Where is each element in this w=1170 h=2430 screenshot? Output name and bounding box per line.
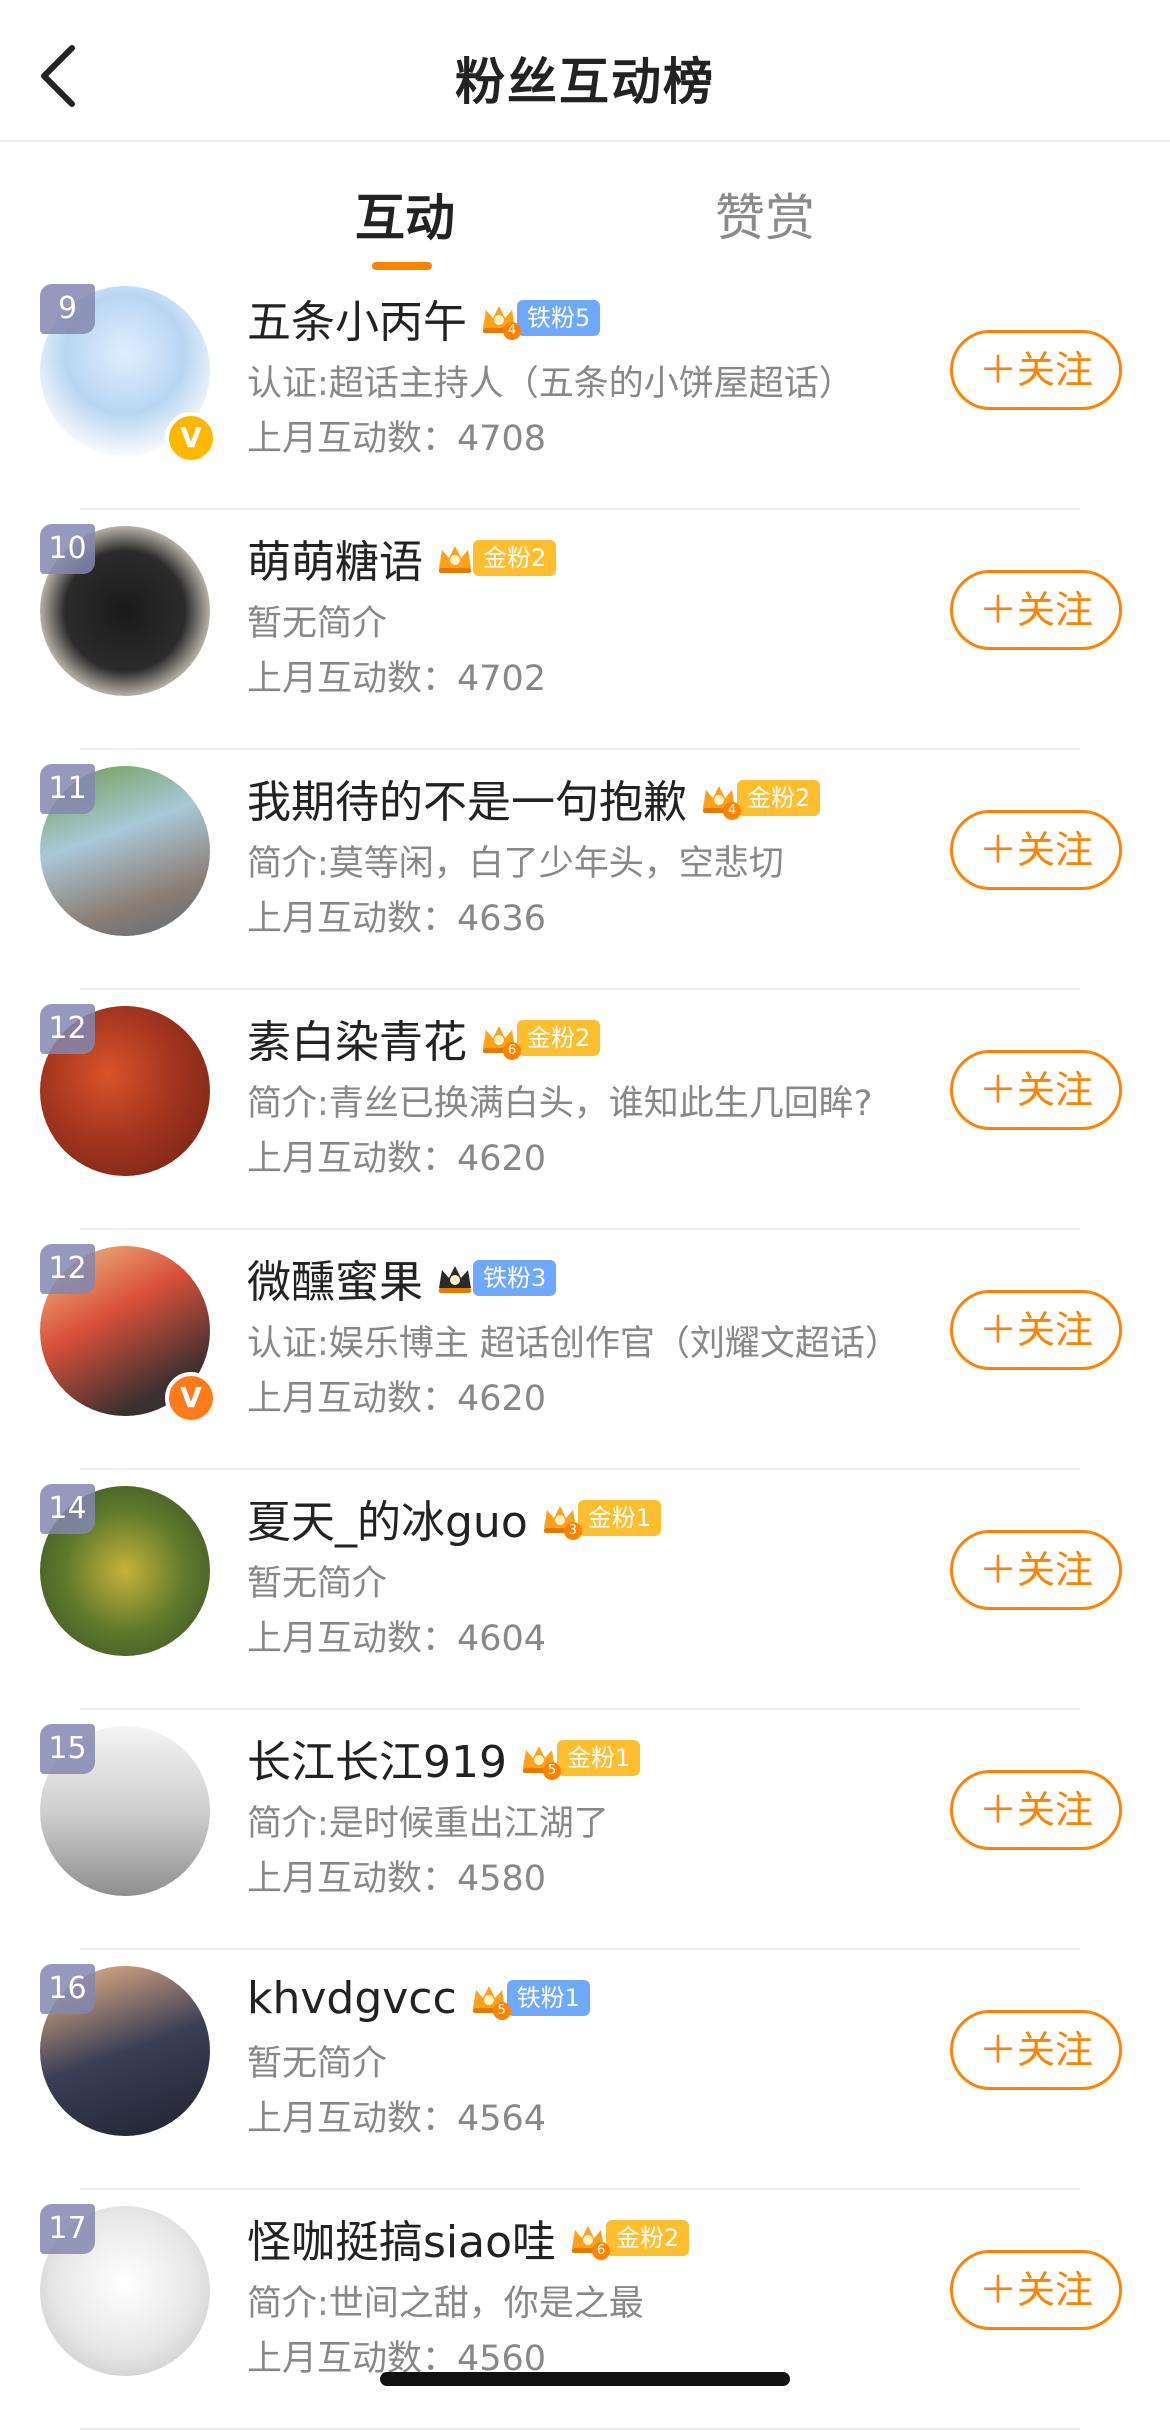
list-item[interactable]: 11 我期待的不是一句抱歉 4 金粉2 简介:莫等闲，白了少年头，空悲切 上月互动数：46… xyxy=(0,750,1170,990)
home-indicator xyxy=(380,2372,790,2386)
rank-badge: 16 xyxy=(40,1964,95,2014)
user-bio: 简介:世间之甜，你是之最 xyxy=(247,2284,644,2324)
interaction-count: 上月互动数：4702 xyxy=(247,659,547,699)
active-tab-indicator xyxy=(372,262,432,270)
fan-level-badge: 铁粉3 xyxy=(473,1260,557,1296)
crown-icon: 6 xyxy=(479,1018,521,1060)
interaction-count: 上月互动数：4620 xyxy=(247,1139,547,1179)
rank-badge: 15 xyxy=(40,1724,95,1774)
crown-level: 5 xyxy=(492,2002,511,2020)
name-line: 夏天_的冰guo 3 金粉1 xyxy=(247,1486,662,1550)
rank-badge: 17 xyxy=(40,2204,95,2254)
name-line: 萌萌糖语 金粉2 xyxy=(247,526,557,590)
name-line: 怪咖挺搞siao哇 6 金粉2 xyxy=(247,2206,690,2270)
list-item[interactable]: 9 V 五条小丙午 4 铁粉5 认证:超话主持人（五条的小饼屋超话） 上月互动数：4708 ＋… xyxy=(0,270,1170,510)
user-name[interactable]: 萌萌糖语 xyxy=(247,526,423,590)
crown-icon xyxy=(435,538,475,578)
rank-badge: 12 xyxy=(40,1004,95,1054)
user-name[interactable]: 微醺蜜果 xyxy=(247,1246,423,1310)
user-name[interactable]: khvdgvcc xyxy=(247,1973,457,2024)
rank-badge: 9 xyxy=(40,284,95,334)
interaction-count: 上月互动数：4708 xyxy=(247,419,547,459)
crown-icon: 4 xyxy=(479,298,521,340)
fan-level-badge: 铁粉5 xyxy=(517,300,601,336)
crown-icon: 4 xyxy=(699,778,741,820)
crown-icon: 6 xyxy=(568,2218,611,2260)
tab-reward[interactable]: 赞赏 xyxy=(715,178,815,250)
list-item[interactable]: 12 V 微醺蜜果 铁粉3 认证:娱乐博主 超话创作官（刘耀文超话） 上月互动数：4620… xyxy=(0,1230,1170,1470)
verified-icon: V xyxy=(165,1372,217,1424)
name-line: 素白染青花 6 金粉2 xyxy=(247,1006,601,1070)
name-line: 微醺蜜果 铁粉3 xyxy=(247,1246,557,1310)
name-line: khvdgvcc 5 铁粉1 xyxy=(247,1968,590,2028)
user-bio: 暂无简介 xyxy=(247,604,388,644)
fan-level-badge: 金粉2 xyxy=(517,1020,601,1056)
list-item[interactable]: 17 怪咖挺搞siao哇 6 金粉2 简介:世间之甜，你是之最 上月互动数：4560 ＋关注 xyxy=(0,2190,1170,2430)
user-name[interactable]: 素白染青花 xyxy=(247,1006,467,1070)
follow-button[interactable]: ＋关注 xyxy=(950,810,1122,890)
interaction-count: 上月互动数：4580 xyxy=(247,1859,547,1899)
follow-button[interactable]: ＋关注 xyxy=(950,1530,1122,1610)
user-bio: 认证:娱乐博主 超话创作官（刘耀文超话） xyxy=(247,1324,900,1364)
user-bio: 简介:莫等闲，白了少年头，空悲切 xyxy=(247,844,784,884)
user-name[interactable]: 怪咖挺搞siao哇 xyxy=(247,2206,556,2270)
follow-button[interactable]: ＋关注 xyxy=(950,1050,1122,1130)
tab-bar: 互动 赞赏 xyxy=(0,140,1170,270)
fan-level-badge: 金粉1 xyxy=(556,1740,641,1776)
tab-interaction[interactable]: 互动 xyxy=(355,178,455,250)
name-line: 长江长江919 5 金粉1 xyxy=(247,1726,641,1790)
rank-badge: 11 xyxy=(40,764,95,814)
rank-badge: 12 xyxy=(40,1244,95,1294)
follow-button[interactable]: ＋关注 xyxy=(950,570,1122,650)
fan-level-badge: 金粉2 xyxy=(606,2220,690,2256)
follow-button[interactable]: ＋关注 xyxy=(950,1290,1122,1370)
crown-icon: 5 xyxy=(519,1738,561,1780)
page-title: 粉丝互动榜 xyxy=(455,53,715,111)
user-bio: 暂无简介 xyxy=(247,1564,388,1604)
list-item[interactable]: 10 萌萌糖语 金粉2 暂无简介上月互动数：4702 ＋关注 xyxy=(0,510,1170,750)
user-name[interactable]: 我期待的不是一句抱歉 xyxy=(247,766,687,830)
user-name[interactable]: 长江长江919 xyxy=(247,1726,507,1790)
navigation-bar: 粉丝互动榜 xyxy=(0,0,1170,142)
user-bio: 认证:超话主持人（五条的小饼屋超话） xyxy=(247,364,854,404)
fan-ranking-list: 9 V 五条小丙午 4 铁粉5 认证:超话主持人（五条的小饼屋超话） 上月互动数：4708 ＋… xyxy=(0,270,1170,2430)
crown-icon xyxy=(435,1258,475,1298)
interaction-count: 上月互动数：4604 xyxy=(247,1619,547,1659)
user-bio: 简介:是时候重出江湖了 xyxy=(247,1804,609,1844)
fan-level-badge: 金粉2 xyxy=(737,780,821,816)
crown-level: 4 xyxy=(723,802,741,820)
list-item[interactable]: 16 khvdgvcc 5 铁粉1 暂无简介上月互动数：4564 ＋关注 xyxy=(0,1950,1170,2190)
verified-icon: V xyxy=(165,412,217,464)
user-name[interactable]: 夏天_的冰guo xyxy=(247,1486,528,1550)
crown-level: 4 xyxy=(503,322,521,340)
user-bio: 暂无简介 xyxy=(247,2044,388,2084)
name-line: 我期待的不是一句抱歉 4 金粉2 xyxy=(247,766,821,830)
interaction-count: 上月互动数：4636 xyxy=(247,899,547,939)
crown-icon: 3 xyxy=(540,1498,582,1540)
crown-level: 6 xyxy=(592,2242,611,2260)
fan-level-badge: 金粉1 xyxy=(577,1500,662,1536)
rank-badge: 14 xyxy=(40,1484,95,1534)
interaction-count: 上月互动数：4620 xyxy=(247,1379,547,1419)
follow-button[interactable]: ＋关注 xyxy=(950,2010,1122,2090)
fan-level-badge: 金粉2 xyxy=(473,540,557,576)
crown-level: 6 xyxy=(503,1042,521,1060)
follow-button[interactable]: ＋关注 xyxy=(950,2250,1122,2330)
crown-level: 3 xyxy=(563,1522,582,1540)
list-item[interactable]: 12 素白染青花 6 金粉2 简介:青丝已换满白头，谁知此生几回眸? 上月互动数：4620… xyxy=(0,990,1170,1230)
user-name[interactable]: 五条小丙午 xyxy=(247,286,467,350)
crown-level: 5 xyxy=(542,1762,561,1780)
rank-badge: 10 xyxy=(40,524,95,574)
name-line: 五条小丙午 4 铁粉5 xyxy=(247,286,601,350)
follow-button[interactable]: ＋关注 xyxy=(950,330,1122,410)
interaction-count: 上月互动数：4564 xyxy=(247,2099,547,2139)
follow-button[interactable]: ＋关注 xyxy=(950,1770,1122,1850)
crown-icon: 5 xyxy=(469,1978,511,2020)
list-item[interactable]: 15 长江长江919 5 金粉1 简介:是时候重出江湖了 上月互动数：4580 ＋关注 xyxy=(0,1710,1170,1950)
fan-level-badge: 铁粉1 xyxy=(506,1980,590,2016)
list-item[interactable]: 14 夏天_的冰guo 3 金粉1 暂无简介上月互动数：4604 ＋关注 xyxy=(0,1470,1170,1710)
user-bio: 简介:青丝已换满白头，谁知此生几回眸? xyxy=(247,1084,873,1124)
